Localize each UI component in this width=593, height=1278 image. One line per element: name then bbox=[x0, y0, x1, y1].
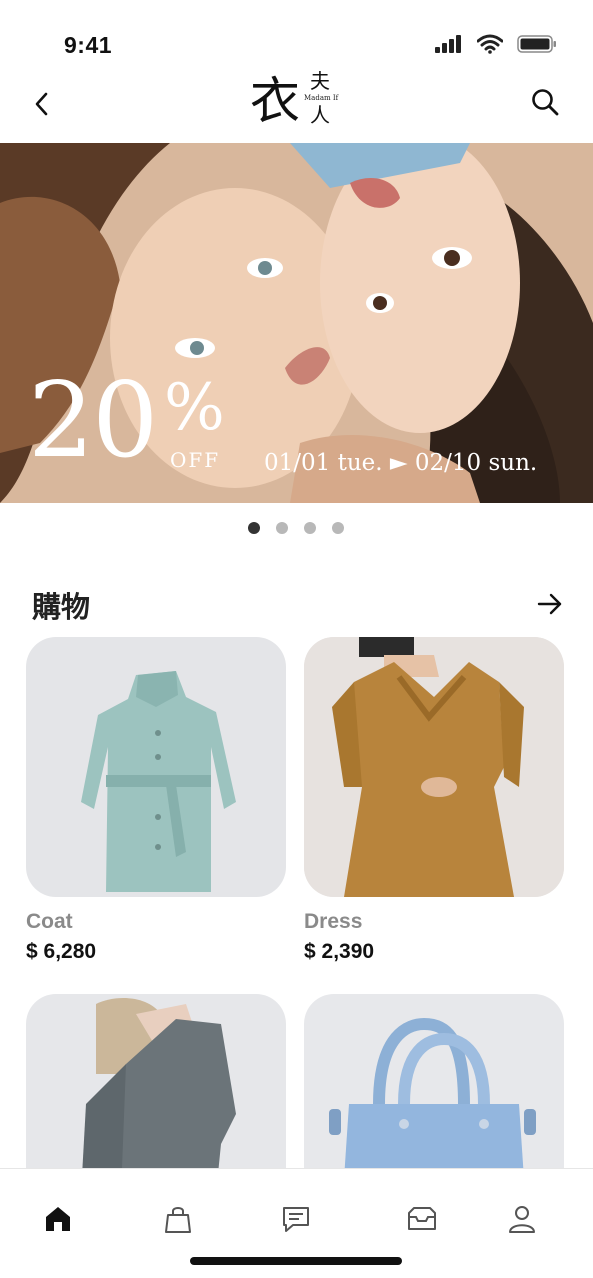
coat-image bbox=[81, 671, 236, 892]
logo-main-character: 衣 bbox=[250, 72, 300, 130]
wifi-icon bbox=[477, 34, 503, 54]
tab-shop[interactable] bbox=[158, 1199, 198, 1239]
banner-text-overlay: 20 % OFF 01/01 tue. ► 02/10 sun. bbox=[0, 143, 593, 503]
product-card-coat[interactable] bbox=[26, 637, 286, 897]
discount-number: 20 bbox=[28, 359, 158, 481]
home-indicator bbox=[190, 1257, 402, 1265]
tab-messages[interactable] bbox=[276, 1199, 316, 1239]
carousel-indicator bbox=[248, 522, 344, 534]
see-all-button[interactable] bbox=[536, 590, 564, 618]
chevron-left-icon bbox=[35, 92, 48, 116]
search-icon bbox=[532, 89, 559, 116]
status-time: 9:41 bbox=[64, 32, 113, 58]
discount-off-label: OFF bbox=[170, 448, 221, 472]
product-price: $ 2,390 bbox=[304, 940, 375, 963]
promo-banner[interactable]: 20 % OFF 01/01 tue. ► 02/10 sun. bbox=[0, 143, 593, 503]
shopping-bag-icon bbox=[165, 1207, 191, 1233]
tab-inbox[interactable] bbox=[402, 1199, 442, 1239]
status-icons bbox=[435, 34, 557, 54]
logo-english-text: Madam If bbox=[304, 94, 339, 102]
brand-logo[interactable]: 衣 夫 Madam If 人 bbox=[250, 70, 350, 132]
tab-profile[interactable] bbox=[502, 1199, 542, 1239]
discount-percent-sign: % bbox=[164, 371, 225, 445]
product-name[interactable]: Coat bbox=[26, 910, 73, 934]
top-nav-bar: 衣 夫 Madam If 人 bbox=[0, 70, 593, 142]
logo-bottom-character: 人 bbox=[310, 103, 330, 127]
arrow-right-icon bbox=[537, 593, 562, 615]
battery-icon bbox=[517, 35, 556, 53]
dress-image bbox=[304, 637, 564, 897]
tab-home[interactable] bbox=[38, 1199, 78, 1239]
profile-icon bbox=[509, 1206, 535, 1233]
product-name[interactable]: Dress bbox=[304, 910, 362, 934]
carousel-dot[interactable] bbox=[332, 522, 344, 534]
promo-date-range: 01/01 tue. ► 02/10 sun. bbox=[264, 450, 538, 476]
search-button[interactable] bbox=[527, 84, 563, 120]
home-icon bbox=[46, 1207, 70, 1231]
signal-icon bbox=[435, 35, 461, 53]
product-card-dress[interactable] bbox=[304, 637, 564, 897]
logo-top-character: 夫 bbox=[310, 69, 330, 93]
carousel-dot[interactable] bbox=[248, 522, 260, 534]
chat-icon bbox=[283, 1207, 309, 1232]
status-bar: 9:41 bbox=[0, 0, 593, 70]
carousel-dot[interactable] bbox=[304, 522, 316, 534]
product-price: $ 6,280 bbox=[26, 940, 97, 963]
inbox-icon bbox=[408, 1207, 436, 1230]
section-title: 購物 bbox=[32, 592, 91, 624]
carousel-dot[interactable] bbox=[276, 522, 288, 534]
back-button[interactable] bbox=[24, 86, 60, 122]
